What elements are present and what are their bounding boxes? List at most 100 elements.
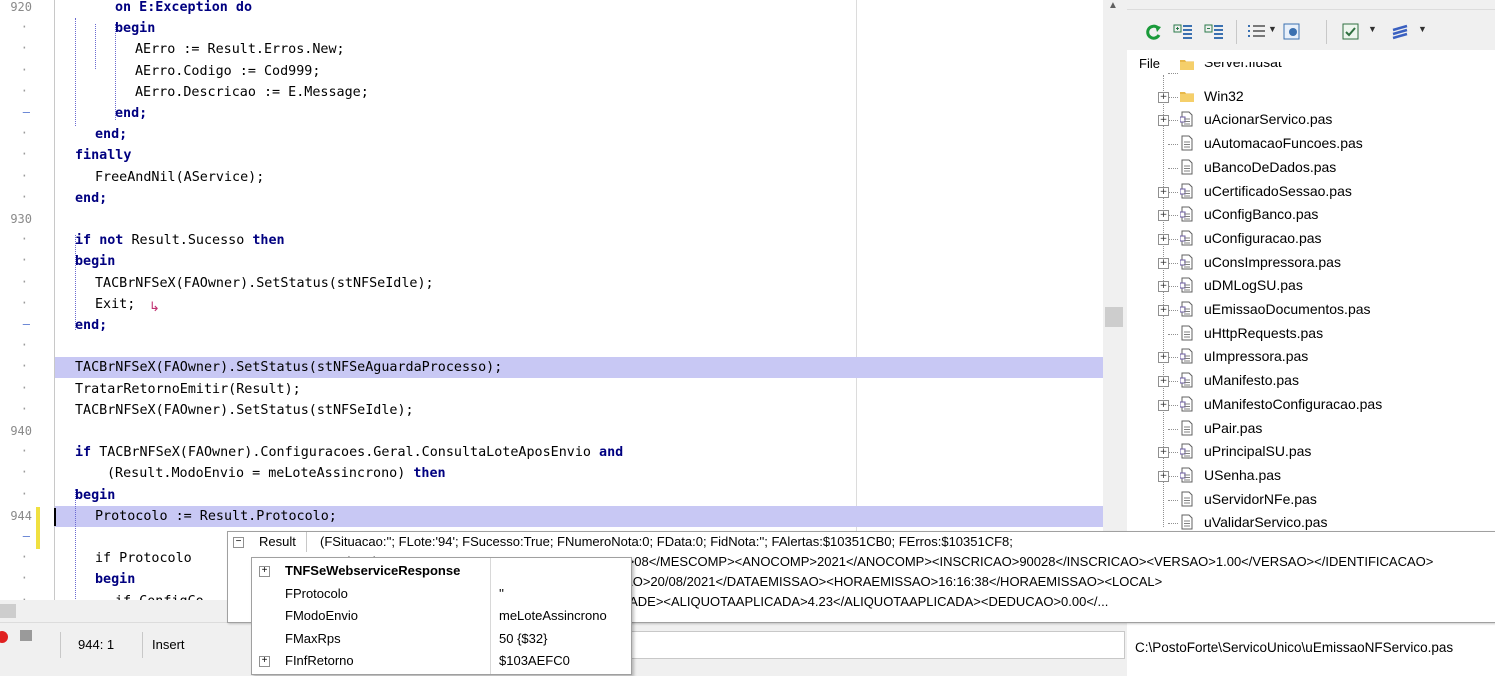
tree-item-label: uAutomacaoFuncoes.pas [1204, 135, 1363, 152]
refresh-icon[interactable] [1142, 20, 1164, 44]
code-token: FreeAndNil(AService); [95, 169, 265, 185]
form-unit-icon [1180, 396, 1193, 412]
tree-connector [1168, 73, 1178, 74]
code-line[interactable]: FreeAndNil(AService); [55, 167, 1103, 188]
tree-item-label: uConsImpressora.pas [1204, 253, 1341, 270]
code-line[interactable]: TACBrNFSeX(FAOwner).SetStatus(stNFSeIdle… [55, 273, 1103, 294]
code-text: if ConfigCo [115, 591, 204, 600]
code-line[interactable]: on E:Exception do [55, 0, 1103, 18]
tree-item-label: uPrincipalSU.pas [1204, 443, 1312, 460]
stop-icon[interactable] [20, 630, 32, 641]
tree-connector [1168, 286, 1178, 288]
code-line[interactable]: end; [55, 103, 1103, 124]
code-token: Protocolo := Result.Protocolo; [95, 508, 337, 524]
code-line[interactable] [55, 336, 1103, 357]
indent-guide [75, 235, 76, 330]
chevron-down-icon[interactable]: ▼ [1418, 24, 1427, 34]
property-row[interactable]: FModoEnvio meLoteAssincrono [252, 605, 631, 627]
code-text: on E:Exception do [115, 0, 252, 18]
editor-vertical-scrollbar[interactable] [1103, 0, 1127, 600]
editor-horizontal-scroll-thumb[interactable] [0, 604, 16, 618]
list-view-icon[interactable] [1245, 20, 1267, 44]
line-dot: · [20, 444, 28, 459]
fold-marker: – [22, 317, 30, 331]
code-editor[interactable]: on E:Exception do begin AErro := Result.Er… [0, 0, 1103, 600]
code-keyword: on E:Exception do [115, 0, 253, 15]
tree-connector [1168, 144, 1178, 146]
code-line[interactable]: (Result.ModoEnvio = meLoteAssincrono) th… [55, 463, 1103, 484]
code-keyword: begin [95, 572, 136, 588]
line-number-940: 940 [10, 424, 32, 438]
line-dot: · [20, 189, 28, 204]
code-text: Exit; [95, 294, 135, 315]
code-text: AErro.Descricao := E.Message; [135, 82, 369, 103]
line-dot: · [20, 147, 28, 162]
collapse-icon[interactable]: − [233, 537, 244, 548]
tree-item-label: uManifestoConfiguracao.pas [1204, 395, 1383, 412]
code-text: if not Result.Sucesso then [75, 230, 285, 251]
tree-item-label: uValidarServico.pas [1204, 514, 1328, 531]
expand-icon[interactable]: + [259, 656, 270, 668]
expand-icon[interactable]: + [259, 566, 270, 577]
line-dot: · [20, 41, 28, 56]
property-row[interactable]: FMaxRps 50 {$32} [252, 628, 631, 650]
tooltip-result-row[interactable]: − Result (FSituacao:''; FLote:'94'; FSuc… [228, 532, 1495, 552]
expand-tree-icon[interactable] [1172, 20, 1194, 44]
scroll-up-icon[interactable]: ▲ [1108, 0, 1118, 11]
code-line[interactable]: begin [55, 251, 1103, 272]
code-token: AErro.Descricao := E.Message; [135, 84, 369, 100]
line-dot: · [20, 550, 28, 565]
code-line[interactable]: AErro := Result.Erros.New; [55, 39, 1103, 60]
code-line[interactable]: TACBrNFSeX(FAOwner).SetStatus(stNFSeIdle… [55, 400, 1103, 421]
line-dot: · [20, 571, 28, 586]
chevron-down-icon[interactable]: ▼ [1268, 24, 1277, 34]
chevron-down-icon[interactable]: ▼ [1368, 24, 1377, 34]
form-unit-icon [1180, 230, 1193, 246]
code-token: (Result.ModoEnvio = meLoteAssincrono) [107, 466, 414, 482]
code-line[interactable] [55, 209, 1103, 230]
form-unit-icon [1180, 277, 1193, 293]
property-value: '' [499, 585, 504, 601]
code-line[interactable]: end; [55, 315, 1103, 336]
code-keyword: then [413, 466, 446, 482]
tree-item-label: USenha.pas [1204, 466, 1282, 483]
collapse-tree-icon[interactable] [1203, 20, 1225, 44]
code-line[interactable]: if not Result.Sucesso then [55, 230, 1103, 251]
file-icon [1181, 325, 1193, 341]
code-line[interactable]: begin [55, 485, 1103, 506]
code-line[interactable]: if TACBrNFSeX(FAOwner).Configuracoes.Ger… [55, 442, 1103, 463]
code-line[interactable]: AErro.Descricao := E.Message; [55, 82, 1103, 103]
insert-mode[interactable]: Insert [152, 637, 185, 652]
property-row[interactable]: + TNFSeWebserviceResponse [252, 560, 631, 582]
code-line-highlighted[interactable]: Protocolo := Result.Protocolo; [55, 505, 1103, 527]
build-icon[interactable] [1340, 20, 1362, 44]
property-row[interactable]: + FInfRetorno $103AEFC0 [252, 650, 631, 672]
code-line[interactable]: begin [55, 18, 1103, 39]
code-line[interactable]: end; [55, 124, 1103, 145]
code-line[interactable]: end; [55, 188, 1103, 209]
code-token: TACBrNFSeX(FAOwner).Configuracoes.Geral.… [99, 445, 600, 461]
code-text: AErro := Result.Erros.New; [135, 39, 345, 60]
code-line[interactable]: finally [55, 145, 1103, 166]
debug-subproperties-popup[interactable]: + TNFSeWebserviceResponse FProtocolo '' FMod… [251, 557, 632, 675]
code-line-highlighted[interactable]: TACBrNFSeX(FAOwner).SetStatus(stNFSeAgua… [55, 357, 1103, 379]
line-dot: · [20, 401, 28, 416]
code-line[interactable] [55, 421, 1103, 442]
code-text: FreeAndNil(AService); [95, 167, 264, 188]
project-icon[interactable] [1281, 20, 1303, 44]
exit-flow-icon: ↳ [149, 299, 160, 314]
run-icon[interactable] [1390, 20, 1412, 44]
code-line[interactable]: AErro.Codigo := Cod999; [55, 61, 1103, 82]
tree-item-label: uEmissaoDocumentos.pas [1204, 301, 1371, 317]
code-line[interactable]: Exit; [55, 294, 1103, 315]
tree-connector [1168, 475, 1178, 477]
editor-vertical-scroll-thumb[interactable] [1105, 307, 1123, 327]
property-name: TNFSeWebserviceResponse [285, 563, 461, 578]
property-row[interactable]: FProtocolo '' [252, 583, 631, 605]
folder-icon [1180, 60, 1194, 70]
code-keyword: end; [75, 190, 108, 206]
file-column-header[interactable]: File [1139, 56, 1160, 71]
code-line[interactable]: TratarRetornoEmitir(Result); [55, 379, 1103, 400]
line-dot: · [20, 486, 28, 501]
line-number-920: 920 [10, 0, 32, 14]
